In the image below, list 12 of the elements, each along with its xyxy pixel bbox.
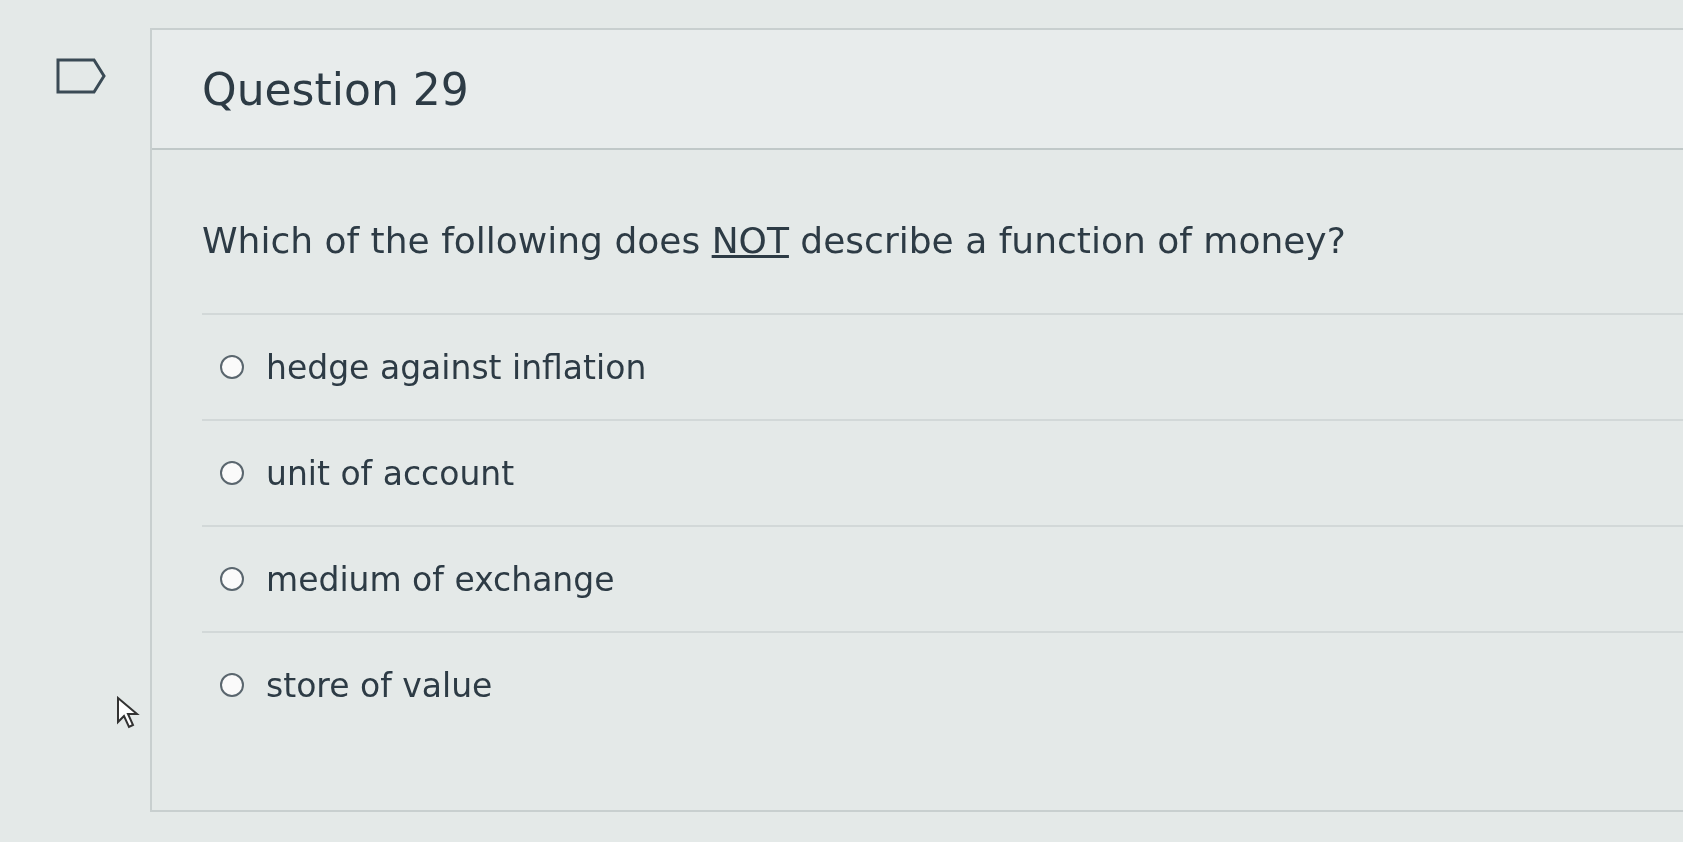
question-text: Which of the following does NOT describe a function of money? — [202, 220, 1347, 261]
answer-option[interactable]: unit of account — [266, 453, 515, 493]
answer-option[interactable]: hedge against inflation — [266, 347, 647, 387]
question-title: Question 29 — [202, 63, 469, 115]
cursor-icon — [116, 696, 142, 730]
radio-button[interactable] — [220, 355, 244, 379]
radio-button[interactable] — [220, 461, 244, 485]
radio-button[interactable] — [220, 567, 244, 591]
radio-button[interactable] — [220, 673, 244, 697]
answer-option[interactable]: medium of exchange — [266, 559, 615, 599]
flag-icon[interactable] — [56, 58, 106, 94]
answer-option[interactable]: store of value — [266, 665, 493, 705]
